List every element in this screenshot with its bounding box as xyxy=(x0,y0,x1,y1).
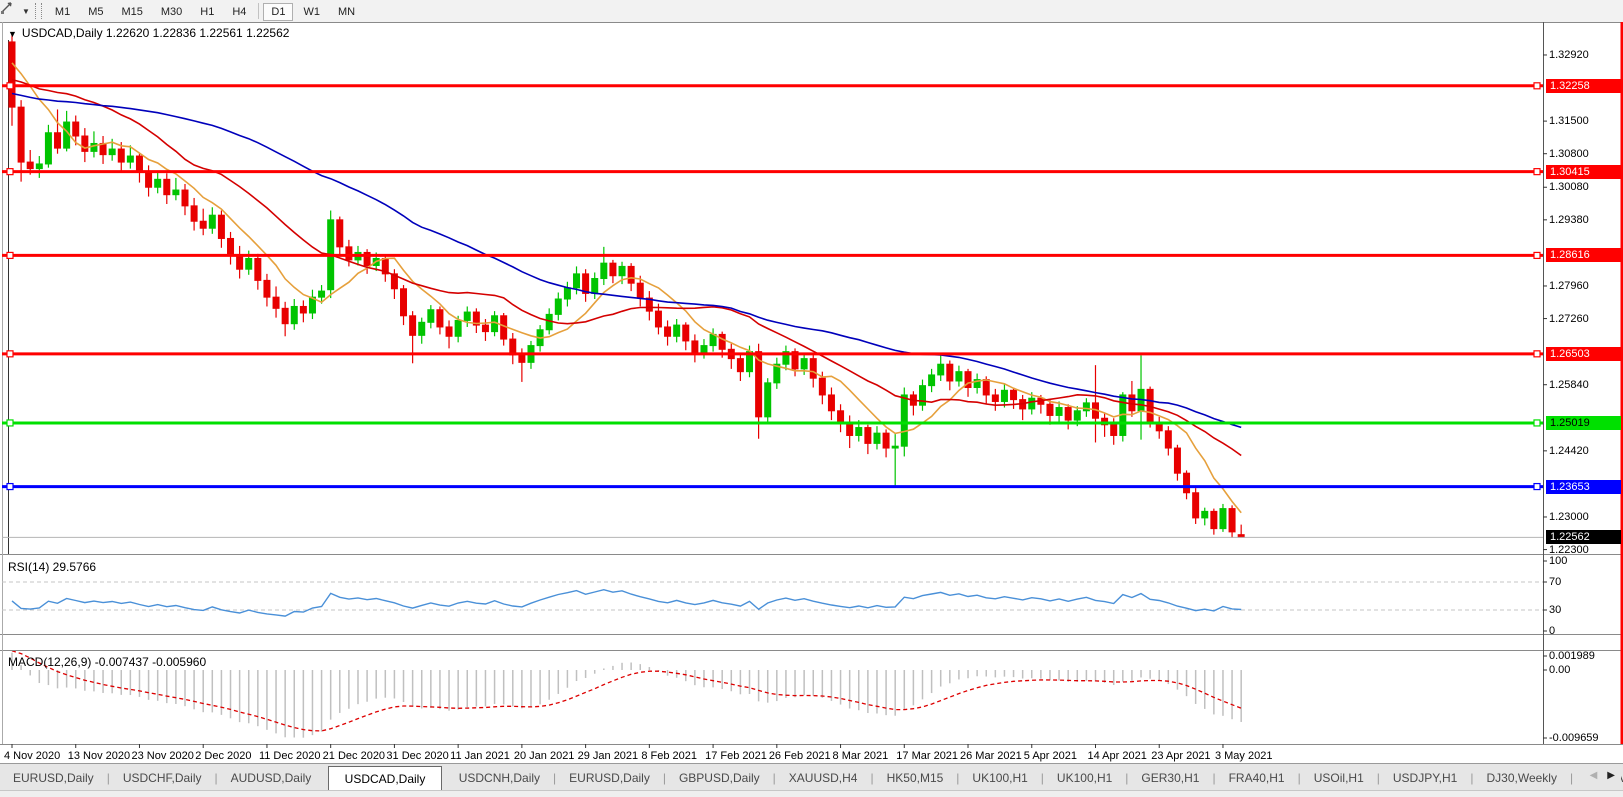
hline-1.32258[interactable] xyxy=(2,82,1543,90)
chart-symbol-header[interactable]: ▼ USDCAD,Daily 1.22620 1.22836 1.22561 1.… xyxy=(8,26,289,40)
current-price-label: 1.22562 xyxy=(1546,530,1621,545)
hline-price-label-1.26503: 1.26503 xyxy=(1546,346,1621,361)
tab-scroll-arrows: ◀ ▶ xyxy=(1583,768,1621,783)
candlestick-chart[interactable] xyxy=(0,0,1623,763)
price-tick-label: 1.30080 xyxy=(1549,181,1589,194)
chart-tab-gbpusd-daily[interactable]: GBPUSD,Daily xyxy=(666,766,773,790)
date-label: 21 Dec 2020 xyxy=(322,750,386,762)
chart-tab-usdcnh-daily[interactable]: USDCNH,Daily xyxy=(446,766,553,790)
rsi-indicator-label: RSI(14) 29.5766 xyxy=(8,560,97,574)
date-label: 23 Apr 2021 xyxy=(1151,750,1211,762)
date-label: 8 Feb 2021 xyxy=(641,750,697,762)
macd-tick-label: 0.00 xyxy=(1549,664,1571,676)
date-label: 23 Nov 2020 xyxy=(131,750,194,762)
chart-tab-xauusd-h4[interactable]: XAUUSD,H4 xyxy=(776,766,871,790)
hline-1.26503[interactable] xyxy=(2,350,1543,358)
date-label: 8 Mar 2021 xyxy=(832,750,889,762)
candles-layer xyxy=(8,32,1245,538)
date-label: 2 Dec 2020 xyxy=(195,750,252,762)
hline-price-label-1.23653: 1.23653 xyxy=(1546,479,1621,494)
chart-tab-eurusd-daily[interactable]: EURUSD,Daily xyxy=(556,766,663,790)
rsi-line xyxy=(11,588,1242,617)
price-tick-label: 1.31500 xyxy=(1549,115,1589,128)
price-tick-label: 1.27260 xyxy=(1549,312,1589,325)
chart-tab-hk50-m15[interactable]: HK50,M15 xyxy=(874,766,957,790)
date-label: 17 Feb 2021 xyxy=(705,750,767,762)
hline-1.30415[interactable] xyxy=(2,168,1543,176)
date-label: 14 Apr 2021 xyxy=(1087,750,1147,762)
date-label: 4 Nov 2020 xyxy=(4,750,61,762)
ma-slow-line xyxy=(11,92,1242,429)
ma-fast-line xyxy=(11,62,1242,514)
chart-tab-usdcad-daily[interactable]: USDCAD,Daily xyxy=(327,765,443,791)
price-tick-label: 1.30800 xyxy=(1549,147,1589,160)
macd-tick-label: -0.009659 xyxy=(1549,732,1599,744)
hline-1.25019[interactable] xyxy=(2,419,1543,427)
hline-price-label-1.32258: 1.32258 xyxy=(1546,78,1621,93)
chart-tab-audusd-daily[interactable]: AUDUSD,Daily xyxy=(218,766,325,790)
rsi-tick-label: 0 xyxy=(1549,625,1556,637)
chart-tab-dj30-weekly[interactable]: DJ30,Weekly xyxy=(1473,766,1569,790)
date-label: 5 Apr 2021 xyxy=(1023,750,1077,762)
rsi-tick-label: 70 xyxy=(1549,576,1562,588)
chart-tab-usdchf-daily[interactable]: USDCHF,Daily xyxy=(110,766,215,790)
chart-tab-usoil-h1[interactable]: USOil,H1 xyxy=(1301,766,1377,790)
date-label: 17 Mar 2021 xyxy=(896,750,959,762)
price-tick-label: 1.23000 xyxy=(1549,510,1589,523)
date-label: 26 Mar 2021 xyxy=(960,750,1022,762)
chart-tab-bar: EURUSD,Daily | USDCHF,Daily | AUDUSD,Daily U… xyxy=(0,763,1623,791)
macd-tick-label: 0.001989 xyxy=(1549,650,1595,662)
date-label: 20 Jan 2021 xyxy=(513,750,575,762)
price-tick-label: 1.32920 xyxy=(1549,48,1589,61)
price-tick-label: 1.27960 xyxy=(1549,279,1589,292)
chart-tab-uk100-h1[interactable]: UK100,H1 xyxy=(959,766,1040,790)
hline-price-label-1.25019: 1.25019 xyxy=(1546,415,1621,430)
chart-tab-uk100-h1[interactable]: UK100,H1 xyxy=(1044,766,1125,790)
macd-indicator-label: MACD(12,26,9) -0.007437 -0.005960 xyxy=(8,655,207,669)
symbol-dropdown-icon[interactable]: ▼ xyxy=(8,29,17,39)
status-bar-strip xyxy=(0,790,1623,797)
price-tick-label: 1.22300 xyxy=(1549,543,1589,556)
date-label: 31 Dec 2020 xyxy=(386,750,449,762)
price-axis-ticks xyxy=(11,54,1547,748)
pane-borders xyxy=(0,22,1623,745)
date-label: 3 May 2021 xyxy=(1214,750,1273,762)
date-label: 11 Jan 2021 xyxy=(450,750,510,762)
price-tick-label: 1.25840 xyxy=(1549,378,1589,391)
price-tick-label: 1.24420 xyxy=(1549,444,1589,457)
date-label: 29 Jan 2021 xyxy=(577,750,639,762)
chart-tab-usdjpy-h1[interactable]: USDJPY,H1 xyxy=(1380,766,1470,790)
chart-tab-fra40-h1[interactable]: FRA40,H1 xyxy=(1216,766,1298,790)
symbol-ohlc-text: USDCAD,Daily 1.22620 1.22836 1.22561 1.2… xyxy=(21,26,290,40)
date-label: 13 Nov 2020 xyxy=(67,750,131,762)
hline-1.23653[interactable] xyxy=(2,482,1543,491)
date-label: 11 Dec 2020 xyxy=(258,750,321,762)
date-label: 26 Feb 2021 xyxy=(768,750,831,762)
tab-scroll-right-icon[interactable]: ▶ xyxy=(1607,770,1615,781)
hline-price-label-1.28616: 1.28616 xyxy=(1546,248,1621,263)
tab-scroll-left-icon[interactable]: ◀ xyxy=(1590,770,1598,781)
trading-terminal-window: ▼ M1 M5 M15 M30 H1 H4 D1 W1 MN ▼ USDCAD,Daily 1.2… xyxy=(0,0,1623,797)
chart-tab-ger30-h1[interactable]: GER30,H1 xyxy=(1128,766,1212,790)
chart-tab-eurusd-daily[interactable]: EURUSD,Daily xyxy=(0,766,107,790)
hline-price-label-1.30415: 1.30415 xyxy=(1546,164,1621,179)
price-tick-label: 1.29380 xyxy=(1549,213,1589,226)
rsi-tick-label: 100 xyxy=(1549,555,1568,567)
rsi-tick-label: 30 xyxy=(1549,604,1562,616)
ma-mid-line xyxy=(11,78,1242,457)
